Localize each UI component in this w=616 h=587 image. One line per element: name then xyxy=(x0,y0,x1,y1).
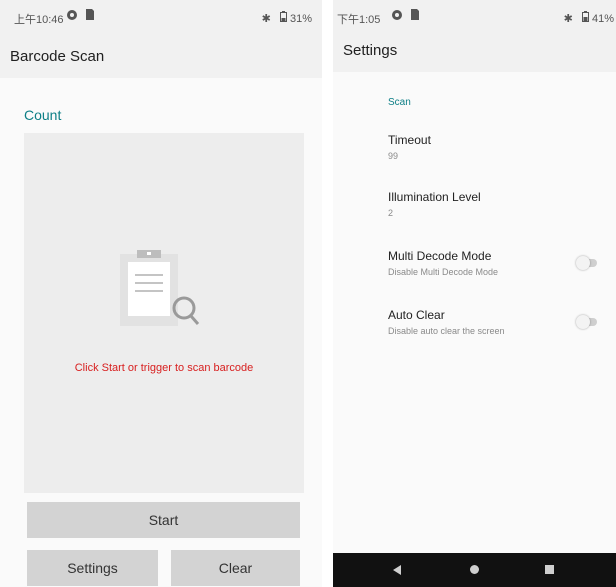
app-bar: Barcode Scan xyxy=(0,34,322,78)
settings-screen: 下午1:05 ✱ 41% Settings Scan Timeout 99 Il… xyxy=(333,0,616,587)
scan-result-area: Click Start or trigger to scan barcode xyxy=(24,133,304,493)
pref-illumination-level[interactable]: Illumination Level 2 xyxy=(388,190,481,218)
battery-percent: 41% xyxy=(591,13,614,25)
pref-title: Auto Clear xyxy=(388,308,445,322)
status-right: ✱ 41% xyxy=(564,11,614,25)
navigation-bar xyxy=(333,553,616,587)
pref-multi-decode-mode[interactable]: Multi Decode Mode Disable Multi Decode M… xyxy=(388,249,498,277)
pref-summary: Disable Multi Decode Mode xyxy=(388,267,499,277)
status-time: 上午10:46 xyxy=(14,14,64,26)
sim-icon xyxy=(411,9,419,23)
clipboard-search-icon xyxy=(120,250,200,326)
screen-divider xyxy=(322,0,333,587)
bluetooth-icon: ✱ xyxy=(563,13,573,25)
bluetooth-icon: ✱ xyxy=(261,13,271,25)
gear-icon xyxy=(66,9,78,24)
scan-hint-text: Click Start or trigger to scan barcode xyxy=(74,362,254,374)
pref-title: Timeout xyxy=(388,133,431,147)
pref-summary: 2 xyxy=(388,208,394,218)
status-right: ✱ 31% xyxy=(262,11,312,25)
page-title: Settings xyxy=(343,42,398,59)
barcode-scan-screen: 上午10:46 ✱ 31% Barcode Scan Count Click S… xyxy=(0,0,322,587)
battery-icon xyxy=(581,11,592,25)
pref-summary: 99 xyxy=(388,151,399,161)
back-icon[interactable] xyxy=(393,565,401,575)
sim-icon xyxy=(86,9,94,23)
status-time: 下午1:05 xyxy=(337,14,381,26)
battery-percent: 31% xyxy=(289,13,312,25)
settings-button[interactable]: Settings xyxy=(27,550,158,586)
app-bar: Settings xyxy=(333,28,616,72)
home-icon[interactable] xyxy=(470,565,479,574)
pref-title: Multi Decode Mode xyxy=(388,249,492,263)
pref-title: Illumination Level xyxy=(388,190,481,204)
pref-summary: Disable auto clear the screen xyxy=(388,326,505,336)
auto-clear-toggle[interactable] xyxy=(576,315,598,329)
clear-button[interactable]: Clear xyxy=(171,550,300,586)
count-label: Count xyxy=(24,107,62,123)
pref-auto-clear[interactable]: Auto Clear Disable auto clear the screen xyxy=(388,308,505,336)
toggle-thumb xyxy=(576,315,590,329)
gear-icon xyxy=(391,9,403,24)
multi-decode-toggle[interactable] xyxy=(576,256,598,270)
toggle-thumb xyxy=(576,256,590,270)
pref-timeout[interactable]: Timeout 99 xyxy=(388,133,431,161)
page-title: Barcode Scan xyxy=(10,48,105,65)
recents-icon[interactable] xyxy=(545,565,554,574)
start-button[interactable]: Start xyxy=(27,502,300,538)
battery-icon xyxy=(279,11,290,25)
status-bar: 上午10:46 ✱ 31% xyxy=(0,0,322,34)
category-header-scan: Scan xyxy=(388,97,411,108)
